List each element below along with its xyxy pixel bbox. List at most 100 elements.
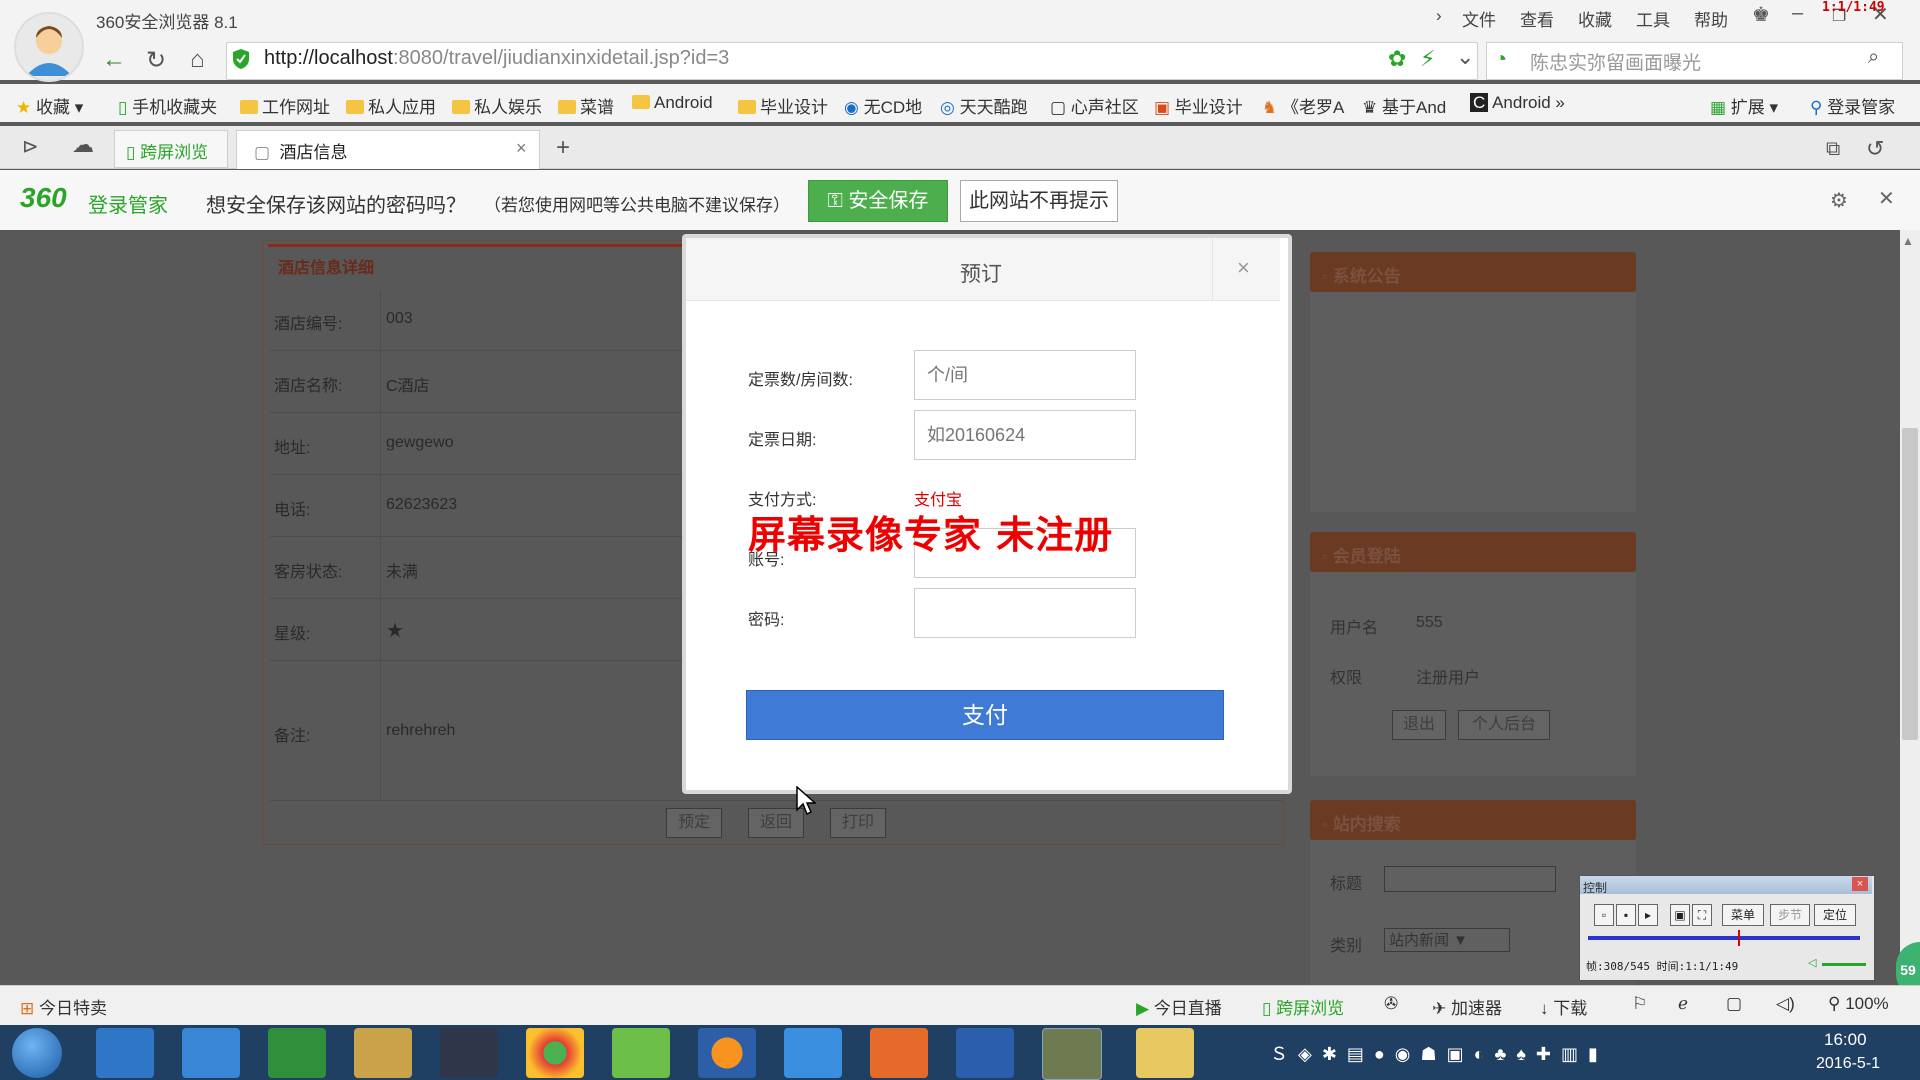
search-icon[interactable]: ⌕ — [1868, 46, 1879, 69]
word-icon[interactable] — [956, 1028, 1014, 1078]
recorder-progress-bar[interactable] — [1588, 936, 1860, 940]
bookmark-mobile[interactable]: ▯ 手机收藏夹 — [118, 93, 217, 118]
recorder-menu-button[interactable]: 菜单 — [1722, 904, 1764, 926]
game-app-icon[interactable] — [1042, 1028, 1102, 1080]
bookmark-android[interactable]: Android — [632, 93, 713, 113]
eclipse-icon[interactable] — [440, 1028, 498, 1078]
undo-close-icon[interactable]: ↺ — [1866, 136, 1884, 162]
start-button-icon[interactable] — [12, 1028, 62, 1078]
recorder-stop-icon[interactable]: ▪ — [1616, 904, 1636, 926]
pdf-icon[interactable] — [870, 1028, 928, 1078]
flag-icon[interactable]: ⚐ — [1632, 994, 1647, 1014]
green-app-icon[interactable] — [268, 1028, 326, 1078]
zoom-control[interactable]: ⚲ 100% — [1828, 994, 1889, 1014]
chrome-icon[interactable] — [526, 1028, 584, 1078]
recorder-fullscreen-icon[interactable]: ⛶ — [1692, 904, 1712, 926]
search-engine-icon[interactable]: ◔ — [1494, 46, 1507, 72]
recorder-next-icon[interactable]: ▸ — [1638, 904, 1658, 926]
password-input[interactable] — [914, 588, 1136, 638]
book-button[interactable]: 预定 — [666, 808, 722, 838]
bookmark-android-2[interactable]: C Android » — [1470, 93, 1565, 113]
speed-mode-icon[interactable]: ⚡ — [1420, 46, 1435, 72]
firefox-icon[interactable] — [698, 1028, 756, 1078]
quantity-input[interactable] — [914, 350, 1136, 400]
tab-close-icon[interactable]: × — [516, 138, 527, 159]
print-button[interactable]: 打印 — [830, 808, 886, 838]
url-text[interactable]: http://localhost:8080/travel/jiudianxinx… — [264, 47, 729, 70]
back-icon[interactable]: ← — [102, 46, 126, 74]
recorder-step-button[interactable]: 步节 — [1770, 904, 1810, 926]
bookmark-graduation[interactable]: 毕业设计 — [738, 93, 828, 118]
bookmark-community[interactable]: ▢ 心声社区 — [1050, 93, 1139, 118]
search-suggestion[interactable]: 陈忠实弥留画面曝光 — [1530, 48, 1701, 75]
bookmark-fun[interactable]: 私人娱乐 — [452, 93, 542, 118]
menu-chevron-icon[interactable]: › — [1436, 6, 1442, 26]
accelerator-button[interactable]: ✈ 加速器 — [1432, 994, 1502, 1019]
date-input[interactable] — [914, 410, 1136, 460]
dropdown-icon[interactable]: ⌄ — [1456, 44, 1474, 70]
cloud-icon[interactable]: ☁ — [72, 132, 94, 158]
bookmark-favorites[interactable]: ★ 收藏 ▾ — [16, 93, 83, 118]
menu-help[interactable]: 帮助 — [1694, 6, 1728, 31]
user-avatar[interactable] — [14, 12, 84, 82]
refresh-icon[interactable]: ↻ — [146, 46, 166, 75]
login-manager-button[interactable]: ⚲ 登录管家 — [1810, 93, 1895, 118]
home-icon[interactable]: ⌂ — [190, 46, 205, 74]
360-browser-icon[interactable] — [612, 1028, 670, 1078]
menu-file[interactable]: 文件 — [1462, 6, 1496, 31]
bookmark-work[interactable]: 工作网址 — [240, 93, 330, 118]
window-icon[interactable]: ▢ — [1726, 994, 1742, 1014]
bookmark-apps[interactable]: 私人应用 — [346, 93, 436, 118]
volume-icon[interactable]: ◁ — [1808, 956, 1816, 969]
personal-backend-button[interactable]: 个人后台 — [1458, 710, 1550, 740]
close-bar-icon[interactable]: ✕ — [1878, 186, 1895, 211]
scroll-up-icon[interactable]: ▲ — [1902, 234, 1914, 248]
recorder-play-icon[interactable]: ▫ — [1594, 904, 1614, 926]
ie-icon[interactable]: ℯ — [1678, 994, 1688, 1014]
bookmark-android-based[interactable]: ♛ 基于And — [1362, 93, 1446, 118]
never-prompt-button[interactable]: 此网站不再提示 — [960, 180, 1118, 222]
internet-explorer-icon[interactable] — [784, 1028, 842, 1078]
file-explorer-icon[interactable] — [1136, 1028, 1194, 1078]
category-select[interactable]: 站内新闻 ▼ — [1384, 928, 1510, 952]
secure-save-button[interactable]: ⚿ 安全保存 — [808, 180, 948, 222]
recorder-progress-marker[interactable] — [1738, 930, 1740, 946]
network-app-icon[interactable] — [182, 1028, 240, 1078]
tools-app-icon[interactable] — [354, 1028, 412, 1078]
bookmark-graduation-2[interactable]: ▣ 毕业设计 — [1154, 93, 1243, 118]
scrollbar-thumb[interactable] — [1902, 428, 1918, 740]
skin-icon[interactable]: ♚ — [1752, 2, 1770, 27]
cross-screen-link[interactable]: ▯ 跨屏浏览 — [1262, 994, 1344, 1019]
live-link[interactable]: ▶ 今日直播 — [1136, 994, 1222, 1019]
download-button[interactable]: ↓ 下载 — [1540, 994, 1587, 1019]
recorder-window-icon[interactable]: ▣ — [1670, 904, 1690, 926]
clock-time[interactable]: 16:00 — [1824, 1030, 1867, 1050]
menu-view[interactable]: 查看 — [1520, 6, 1554, 31]
daily-deals-link[interactable]: ⊞ 今日特卖 — [20, 994, 107, 1019]
pay-button[interactable]: 支付 — [746, 690, 1224, 740]
cloud-drive-icon[interactable] — [96, 1028, 154, 1078]
recorder-locate-button[interactable]: 定位 — [1814, 904, 1856, 926]
recorder-close-icon[interactable]: × — [1852, 877, 1868, 891]
close-icon[interactable]: × — [1237, 255, 1250, 281]
bookmark-nocd[interactable]: ◉ 无CD地 — [844, 93, 922, 118]
settings-gear-icon[interactable]: ⚙ — [1830, 188, 1848, 213]
bookmark-parkour[interactable]: ◎ 天天酷跑 — [940, 93, 1028, 118]
search-title-input[interactable] — [1384, 866, 1556, 892]
extensions-button[interactable]: ▦ 扩展 ▾ — [1710, 93, 1778, 118]
clock-date[interactable]: 2016-5-1 — [1816, 1055, 1880, 1073]
new-tab-button[interactable]: + — [556, 134, 570, 162]
restore-tab-icon[interactable]: ⧉ — [1826, 138, 1840, 161]
bookmark-laoluo[interactable]: ♞ 《老罗A — [1262, 93, 1344, 118]
menu-tools[interactable]: 工具 — [1636, 6, 1670, 31]
logout-button[interactable]: 退出 — [1392, 710, 1446, 740]
minimize-button[interactable]: – — [1792, 2, 1803, 25]
system-tray-icons[interactable]: Ｓ◈✱▤●◉☗▣◐♣♠✚▥▮ — [1270, 1040, 1608, 1066]
bookmark-recipes[interactable]: 菜谱 — [558, 93, 614, 118]
fan-icon[interactable]: ✇ — [1384, 994, 1398, 1014]
sidebar-toggle-icon[interactable]: ⊳ — [22, 134, 39, 159]
speaker-icon[interactable]: ◁) — [1776, 994, 1795, 1014]
compat-mode-icon[interactable]: ✿ — [1388, 46, 1406, 72]
menu-favorites[interactable]: 收藏 — [1578, 6, 1612, 31]
volume-slider[interactable] — [1822, 963, 1866, 966]
